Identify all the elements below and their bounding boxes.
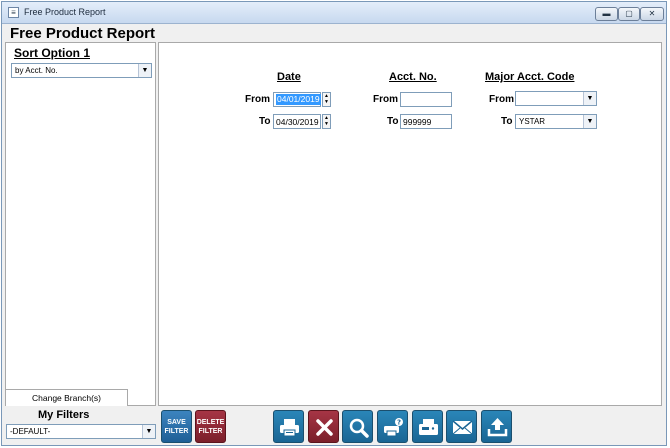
chevron-down-icon[interactable]: ▼ bbox=[138, 64, 151, 77]
date-to-spinner[interactable]: ▲ ▼ bbox=[322, 114, 331, 129]
chevron-down-icon[interactable]: ▼ bbox=[583, 92, 596, 105]
major-to-select[interactable]: YSTAR ▼ bbox=[515, 114, 597, 129]
fax-button[interactable] bbox=[412, 410, 443, 443]
change-branch-button[interactable]: Change Branch(s) bbox=[6, 389, 128, 406]
date-to-value: 04/30/2019 bbox=[276, 117, 319, 127]
major-from-label: From bbox=[489, 94, 514, 105]
print-button[interactable] bbox=[273, 410, 304, 443]
date-to-input[interactable]: 04/30/2019 bbox=[273, 114, 321, 129]
date-from-input[interactable]: 04/01/2019 bbox=[273, 92, 321, 107]
fax-icon bbox=[419, 419, 438, 435]
sort-options-panel: Sort Option 1 by Acct. No. ▼ Change Bran… bbox=[5, 42, 156, 406]
delete-filter-button[interactable]: DELETE FILTER bbox=[195, 410, 226, 443]
date-from-spinner[interactable]: ▲ ▼ bbox=[322, 92, 331, 107]
cancel-button[interactable] bbox=[308, 410, 339, 443]
svg-text:?: ? bbox=[397, 419, 401, 427]
sort-option-label: Sort Option 1 bbox=[14, 46, 90, 60]
criteria-panel: Date From 04/01/2019 ▲ ▼ To 04/30/2019 ▲ ▼… bbox=[158, 42, 662, 406]
sort-option-select[interactable]: by Acct. No. ▼ bbox=[11, 63, 152, 78]
major-from-select[interactable]: ▼ bbox=[515, 91, 597, 106]
search-icon bbox=[349, 418, 369, 438]
delete-filter-label-1: DELETE bbox=[196, 419, 225, 426]
close-icon bbox=[316, 419, 333, 436]
chevron-down-icon[interactable]: ▼ bbox=[142, 425, 155, 438]
acct-to-value: 999999 bbox=[403, 117, 432, 127]
chevron-down-icon[interactable]: ▼ bbox=[583, 115, 596, 128]
save-filter-label-2: FILTER bbox=[164, 428, 189, 435]
my-filters-value: -DEFAULT- bbox=[10, 427, 51, 436]
acct-to-label: To bbox=[387, 116, 399, 127]
printer-icon bbox=[280, 419, 299, 437]
acct-no-header: Acct. No. bbox=[389, 71, 437, 83]
minimize-button[interactable]: ▬ bbox=[595, 7, 618, 21]
major-acct-code-header: Major Acct. Code bbox=[485, 71, 575, 83]
my-filters-select[interactable]: -DEFAULT- ▼ bbox=[6, 424, 156, 439]
maximize-button[interactable]: ▢ bbox=[618, 7, 640, 21]
save-filter-label-1: SAVE bbox=[167, 419, 186, 426]
major-to-label: To bbox=[501, 116, 513, 127]
search-button[interactable] bbox=[342, 410, 373, 443]
export-button[interactable] bbox=[481, 410, 512, 443]
delete-filter-label-2: FILTER bbox=[198, 428, 223, 435]
window-title: Free Product Report bbox=[24, 7, 106, 17]
print-preview-icon: ? bbox=[384, 418, 403, 437]
acct-from-input[interactable] bbox=[400, 92, 452, 107]
sort-option-value: by Acct. No. bbox=[15, 66, 58, 75]
acct-to-input[interactable]: 999999 bbox=[400, 114, 452, 129]
date-from-value: 04/01/2019 bbox=[276, 94, 321, 105]
export-icon bbox=[487, 418, 508, 437]
date-from-label: From bbox=[245, 94, 270, 105]
page-title: Free Product Report bbox=[10, 25, 156, 42]
email-icon bbox=[452, 420, 473, 435]
my-filters-label: My Filters bbox=[38, 409, 90, 421]
email-button[interactable] bbox=[446, 410, 477, 443]
close-window-button[interactable]: ✕ bbox=[640, 7, 664, 21]
acct-from-label: From bbox=[373, 94, 398, 105]
app-icon[interactable]: ≡ bbox=[8, 7, 19, 18]
date-to-label: To bbox=[259, 116, 271, 127]
date-header: Date bbox=[277, 71, 301, 83]
save-filter-button[interactable]: SAVE FILTER bbox=[161, 410, 192, 443]
major-to-value: YSTAR bbox=[519, 117, 546, 126]
print-preview-button[interactable]: ? bbox=[377, 410, 408, 443]
title-bar[interactable]: ≡ Free Product Report ▬ ▢ ✕ bbox=[2, 2, 666, 24]
